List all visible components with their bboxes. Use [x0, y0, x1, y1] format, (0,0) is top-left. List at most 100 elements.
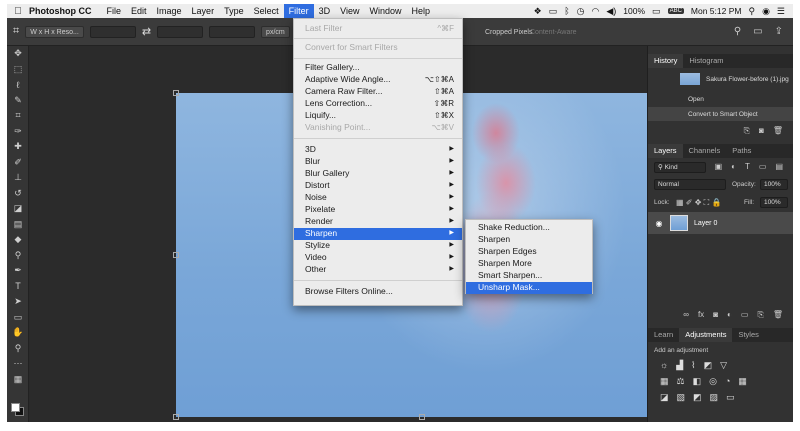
fx-icon[interactable]: fx	[698, 310, 704, 320]
adjustment-layer-icon[interactable]: ◐	[727, 310, 732, 320]
layer-row[interactable]: ◉ Layer 0	[648, 212, 793, 234]
new-document-icon[interactable]: ⎘	[744, 126, 750, 136]
siri-icon[interactable]: ◉	[762, 6, 770, 17]
menu-3d[interactable]: 3D	[314, 4, 336, 18]
tab-adjustments[interactable]: Adjustments	[679, 328, 733, 342]
tab-learn[interactable]: Learn	[648, 328, 679, 342]
delete-cropped-pixels[interactable]: Cropped Pixels	[485, 29, 532, 36]
hue-saturation-icon[interactable]: ▦	[660, 376, 669, 387]
wifi-icon[interactable]: ◠	[592, 6, 600, 17]
exposure-icon[interactable]: ◩	[704, 360, 713, 371]
shape-filter-icon[interactable]: ▭	[759, 162, 767, 171]
tab-channels[interactable]: Channels	[683, 144, 727, 158]
new-layer-icon[interactable]: ⎘	[757, 310, 763, 320]
menu-item-3d[interactable]: 3D ▶	[294, 144, 462, 156]
history-brush-icon[interactable]: ↺	[7, 186, 29, 202]
menu-item-other[interactable]: Other ▶	[294, 264, 462, 276]
volume-icon[interactable]: ◀)	[606, 6, 616, 17]
menu-item-noise[interactable]: Noise ▶	[294, 192, 462, 204]
crop-tool-icon[interactable]: ⌗	[7, 108, 29, 124]
content-aware[interactable]: Content-Aware	[530, 29, 577, 36]
hand-tool-icon[interactable]: ✋	[7, 325, 29, 341]
tab-history[interactable]: History	[648, 54, 684, 68]
menu-item-vanishing-point[interactable]: Vanishing Point... ⌥⌘V	[294, 122, 462, 134]
eraser-icon[interactable]: ◪	[7, 201, 29, 217]
menu-item-sharpen-more[interactable]: Sharpen More	[466, 258, 592, 270]
menu-item-camera-raw[interactable]: Camera Raw Filter... ⇧⌘A	[294, 86, 462, 98]
smart-filter-icon[interactable]: ▤	[775, 162, 783, 171]
apple-icon[interactable]: 	[7, 6, 29, 17]
threshold-icon[interactable]: ◩	[693, 392, 702, 403]
menu-select[interactable]: Select	[249, 4, 284, 18]
battery-icon[interactable]: ▭	[652, 6, 661, 17]
color-lookup-icon[interactable]: ▦	[738, 376, 747, 387]
menu-item-convert-smart-filters[interactable]: Convert for Smart Filters	[294, 42, 462, 54]
cast-icon[interactable]: ▭	[549, 6, 558, 17]
bluetooth-icon[interactable]: ᛒ	[564, 6, 569, 16]
menu-item-filter-gallery[interactable]: Filter Gallery...	[294, 62, 462, 74]
dropbox-icon[interactable]: ❖	[534, 6, 542, 17]
menu-item-video[interactable]: Video ▶	[294, 252, 462, 264]
more-tools-icon[interactable]: ⋯	[7, 356, 29, 372]
fill-field[interactable]: 100%	[760, 197, 788, 208]
tab-layers[interactable]: Layers	[648, 144, 683, 158]
visibility-eye-icon[interactable]: ◉	[648, 219, 670, 228]
ratio-select[interactable]: W x H x Reso...	[25, 25, 84, 38]
levels-icon[interactable]: ▟	[676, 360, 683, 371]
black-white-icon[interactable]: ◧	[693, 376, 702, 387]
magic-wand-icon[interactable]: ✎	[7, 93, 29, 109]
lock-icons[interactable]: ▦ ✐ ✥ ⛶ 🔒	[676, 198, 721, 208]
tab-histogram[interactable]: Histogram	[683, 54, 729, 68]
vibrance-icon[interactable]: ▽	[720, 360, 727, 371]
menu-item-unsharp-mask[interactable]: Unsharp Mask...	[466, 282, 592, 294]
menu-item-sharpen-edges[interactable]: Sharpen Edges	[466, 246, 592, 258]
menu-item-browse-filters-online[interactable]: Browse Filters Online...	[294, 286, 462, 298]
tab-styles[interactable]: Styles	[732, 328, 764, 342]
blend-mode-select[interactable]: Normal	[654, 179, 726, 190]
gradient-tool-icon[interactable]: ▤	[7, 217, 29, 233]
history-state[interactable]: Convert to Smart Object	[648, 107, 793, 121]
eyedropper-icon[interactable]: ✑	[7, 124, 29, 140]
gradient-map-icon[interactable]: ▭	[726, 392, 735, 403]
channel-mixer-icon[interactable]: ◔	[725, 376, 730, 387]
selective-color-icon[interactable]: ▨	[710, 392, 719, 403]
time-machine-icon[interactable]: ◷	[577, 6, 585, 17]
link-icon[interactable]: ∞	[683, 310, 689, 320]
menu-item-sharpen[interactable]: Sharpen ▶	[294, 228, 462, 240]
clock[interactable]: Mon 5:12 PM	[691, 6, 742, 16]
menu-item-pixelate[interactable]: Pixelate ▶	[294, 204, 462, 216]
brightness-contrast-icon[interactable]: ☼	[660, 360, 668, 371]
invert-icon[interactable]: ◪	[660, 392, 669, 403]
menu-item-last-filter[interactable]: Last Filter ^⌘F	[294, 23, 462, 35]
menu-item-blur[interactable]: Blur ▶	[294, 156, 462, 168]
type-tool-icon[interactable]: T	[7, 279, 29, 295]
color-balance-icon[interactable]: ⚖	[677, 376, 685, 387]
trash-icon[interactable]: 🗑	[773, 126, 783, 136]
search-icon[interactable]: ⚲	[734, 26, 741, 37]
dodge-tool-icon[interactable]: ⚲	[7, 248, 29, 264]
clone-stamp-icon[interactable]: ⊥	[7, 170, 29, 186]
swap-icon[interactable]: ⇄	[142, 25, 151, 38]
menu-view[interactable]: View	[335, 4, 364, 18]
pixel-filter-icon[interactable]: ▣	[715, 162, 723, 171]
unit-select[interactable]: px/cm	[261, 25, 290, 38]
app-name[interactable]: Photoshop CC	[29, 6, 92, 16]
width-field[interactable]	[89, 25, 136, 38]
layer-name[interactable]: Layer 0	[694, 220, 717, 227]
delete-layer-icon[interactable]: 🗑	[773, 310, 783, 320]
camera-icon[interactable]: ◙	[759, 126, 764, 136]
group-icon[interactable]: ▭	[741, 310, 749, 320]
brush-tool-icon[interactable]: ✐	[7, 155, 29, 171]
menu-file[interactable]: File	[102, 4, 127, 18]
menu-item-sharpen-basic[interactable]: Sharpen	[466, 234, 592, 246]
kind-filter[interactable]: ⚲ Kind	[654, 162, 706, 173]
photo-filter-icon[interactable]: ◎	[709, 376, 717, 387]
menu-item-shake-reduction[interactable]: Shake Reduction...	[466, 222, 592, 234]
menu-item-adaptive-wide-angle[interactable]: Adaptive Wide Angle... ⌥⇧⌘A	[294, 74, 462, 86]
menu-item-lens-correction[interactable]: Lens Correction... ⇧⌘R	[294, 98, 462, 110]
menu-help[interactable]: Help	[406, 4, 435, 18]
history-snapshot[interactable]: Sakura Flower-before (1).jpg	[648, 72, 793, 86]
mask-icon[interactable]: ◙	[713, 310, 718, 320]
menu-edit[interactable]: Edit	[126, 4, 152, 18]
zoom-tool-icon[interactable]: ⚲	[7, 341, 29, 357]
